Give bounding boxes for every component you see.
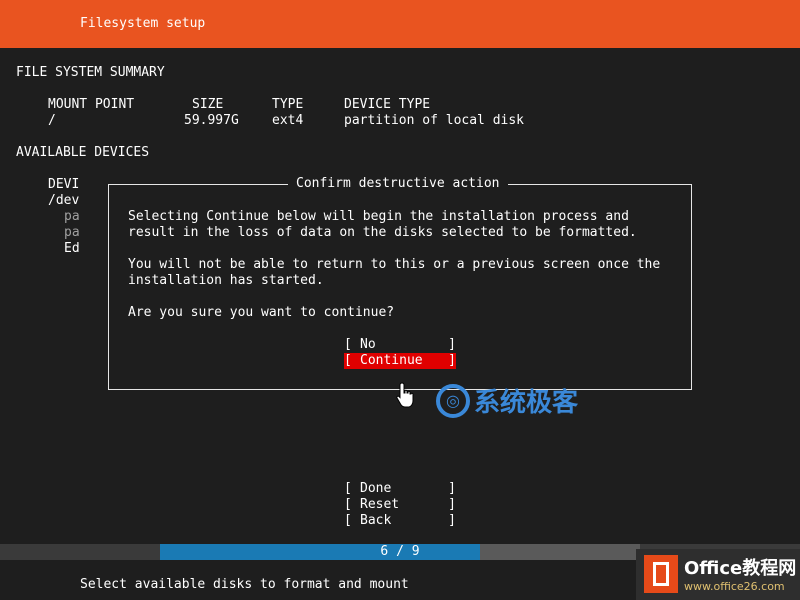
available-edit: Ed [64, 241, 80, 256]
bracket-right: ] [448, 497, 456, 512]
col-device-type: DEVICE TYPE [344, 97, 431, 112]
bracket-left: [ [344, 337, 352, 352]
bracket-left: [ [344, 497, 352, 512]
watermark-logo-icon: ◎ [436, 383, 470, 418]
cell-device-type: partition of local disk [344, 113, 525, 128]
col-type: TYPE [272, 97, 304, 112]
available-partition-1: pa [64, 209, 80, 224]
bracket-right: ] [448, 481, 456, 496]
dialog-text-line: Selecting Continue below will begin the … [128, 209, 629, 224]
bracket-left: [ [344, 513, 352, 528]
available-heading: AVAILABLE DEVICES [16, 145, 150, 160]
bracket-left: [ [344, 353, 352, 368]
col-size: SIZE [192, 97, 224, 112]
footer-help-text: Select available disks to format and mou… [80, 577, 409, 592]
watermark-site-text: 系统极客 [474, 388, 579, 418]
office-logo-icon [644, 555, 678, 593]
header-bar: Filesystem setup [0, 0, 800, 48]
dialog-text-line: installation has started. [128, 273, 324, 288]
done-button[interactable]: [ Done ] [344, 481, 456, 497]
summary-heading: FILE SYSTEM SUMMARY [16, 65, 165, 80]
dialog-question: Are you sure you want to continue? [128, 305, 395, 320]
back-button[interactable]: [ Back ] [344, 513, 456, 529]
bracket-right: ] [448, 353, 456, 368]
cell-type: ext4 [272, 113, 304, 128]
no-button-label: No [360, 337, 376, 352]
available-partition-2: pa [64, 225, 80, 240]
available-device-dev: /dev [48, 193, 80, 208]
done-button-label: Done [360, 481, 392, 496]
reset-button[interactable]: [ Reset ] [344, 497, 456, 513]
dialog-title: Confirm destructive action [288, 176, 508, 192]
bracket-left: [ [344, 481, 352, 496]
watermark-brand-text: Office教程网 [684, 558, 797, 579]
continue-button[interactable]: [ Continue ] [344, 353, 456, 369]
dialog-text-line: result in the loss of data on the disks … [128, 225, 637, 240]
col-mount-point: MOUNT POINT [48, 97, 135, 112]
progress-text: 6 / 9 [380, 544, 420, 559]
no-button[interactable]: [ No ] [344, 337, 456, 353]
back-button-label: Back [360, 513, 392, 528]
continue-button-label: Continue [360, 353, 423, 368]
reset-button-label: Reset [360, 497, 400, 512]
watermark-brand: Office教程网 www.office26.com [636, 549, 800, 600]
available-col-device: DEVI [48, 177, 80, 192]
watermark-site: ◎ 系统极客 [436, 382, 578, 419]
cell-mount: / [48, 113, 56, 128]
bracket-right: ] [448, 513, 456, 528]
cell-size: 59.997G [184, 113, 239, 128]
hand-cursor-icon [396, 382, 414, 408]
page-title: Filesystem setup [80, 16, 206, 31]
watermark-url-text: www.office26.com [684, 580, 785, 593]
bracket-right: ] [448, 337, 456, 352]
dialog-text-line: You will not be able to return to this o… [128, 257, 661, 272]
